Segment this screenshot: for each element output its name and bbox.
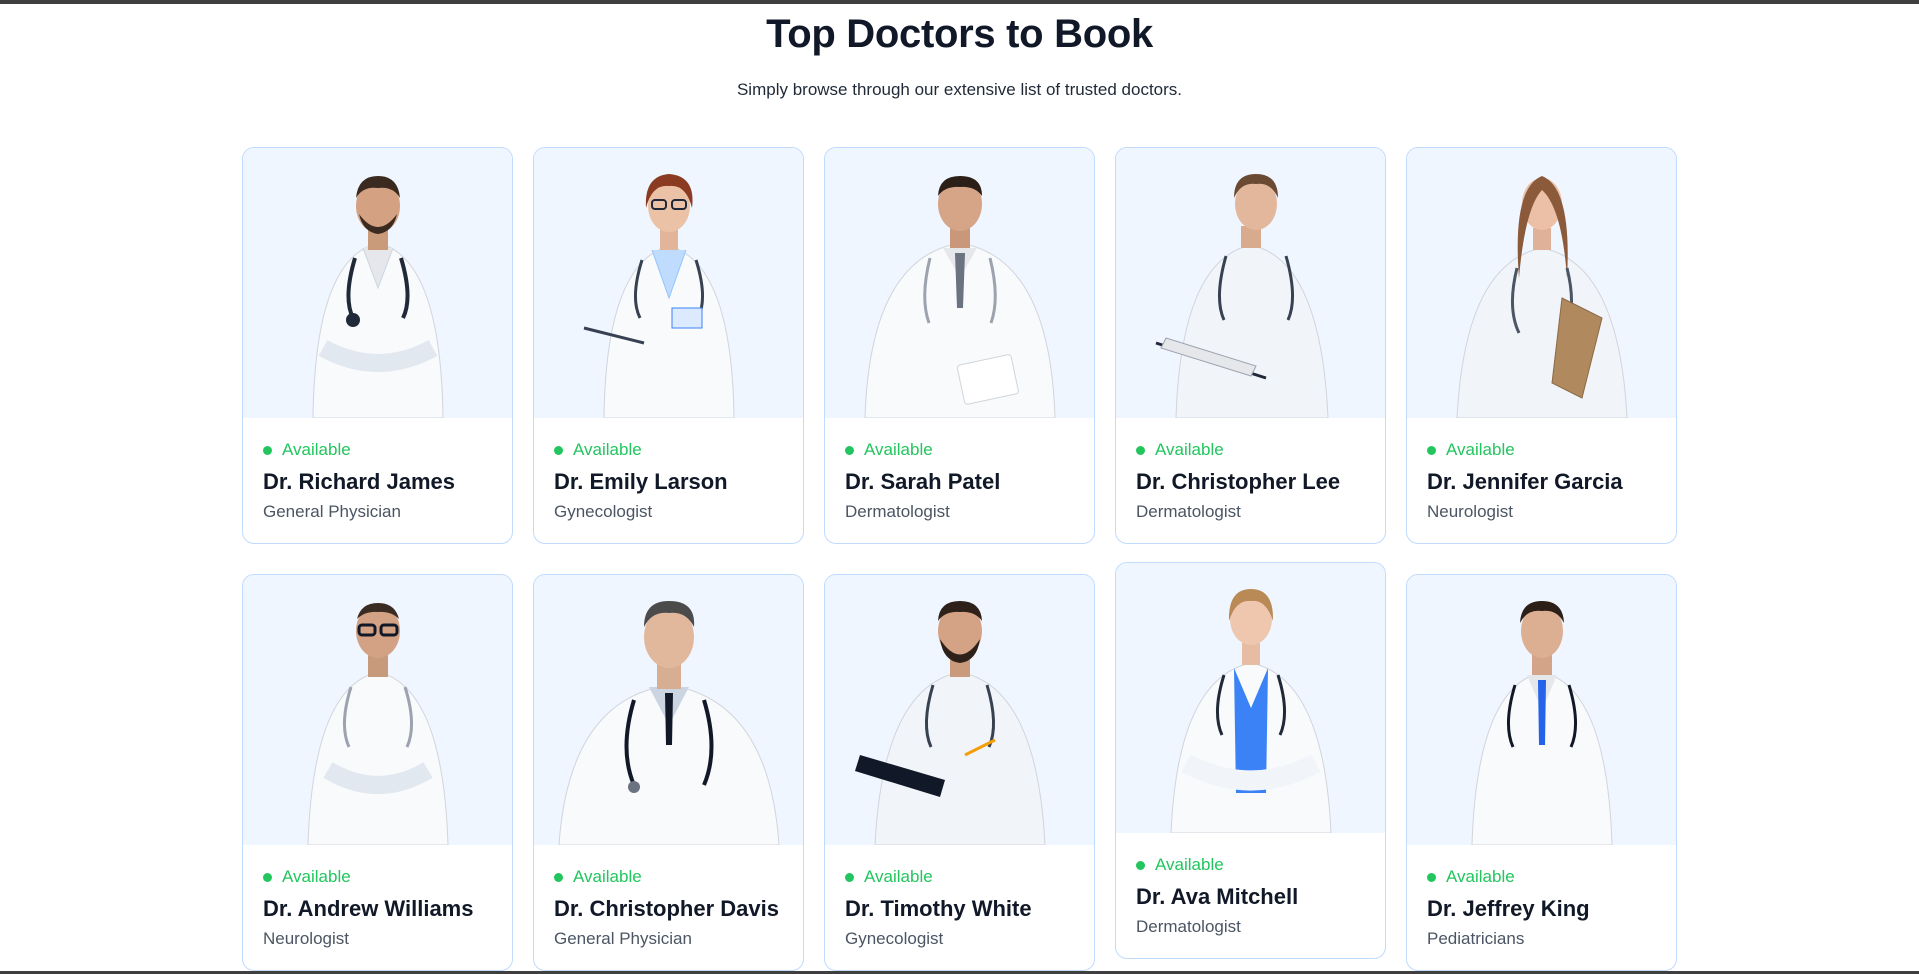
doctor-info: Available Dr. Andrew Williams Neurologis… <box>263 867 500 949</box>
doctor-name: Dr. Christopher Lee <box>1136 469 1341 494</box>
doctor-card[interactable]: Available Dr. Jennifer Garcia Neurologis… <box>1406 147 1677 544</box>
doctor-speciality: Pediatricians <box>1427 929 1525 948</box>
doctor-photo <box>534 148 803 418</box>
doctor-card[interactable]: Available Dr. Christopher Davis General … <box>533 574 804 971</box>
doctor-speciality: General Physician <box>554 929 692 948</box>
status-label: Available <box>282 867 351 886</box>
status-label: Available <box>573 440 642 459</box>
doctor-photo <box>243 575 512 845</box>
doctor-info: Available Dr. Emily Larson Gynecologist <box>554 440 791 522</box>
status-label: Available <box>864 867 933 886</box>
page-subtitle: Simply browse through our extensive list… <box>736 80 1183 99</box>
doctor-speciality: Dermatologist <box>845 502 950 521</box>
availability-status: Available <box>1427 867 1664 887</box>
status-dot-icon <box>1136 860 1145 870</box>
availability-status: Available <box>263 440 500 460</box>
status-label: Available <box>1155 440 1224 459</box>
availability-status: Available <box>845 440 1082 460</box>
doctor-name: Dr. Jennifer Garcia <box>1427 469 1623 494</box>
doctor-name: Dr. Richard James <box>263 469 455 494</box>
status-dot-icon <box>845 872 854 882</box>
doctor-info: Available Dr. Timothy White Gynecologist <box>845 867 1082 949</box>
status-label: Available <box>864 440 933 459</box>
doctor-speciality: Dermatologist <box>1136 502 1241 521</box>
doctor-info: Available Dr. Ava Mitchell Dermatologist <box>1136 855 1373 937</box>
doctor-photo <box>1407 148 1676 418</box>
doctor-speciality: Gynecologist <box>554 502 653 521</box>
doctor-name: Dr. Andrew Williams <box>263 896 474 921</box>
doctor-name: Dr. Sarah Patel <box>845 469 1001 494</box>
status-dot-icon <box>1427 445 1436 455</box>
status-label: Available <box>282 440 351 459</box>
doctor-speciality: General Physician <box>263 502 401 521</box>
doctor-card[interactable]: Available Dr. Emily Larson Gynecologist <box>533 147 804 544</box>
status-dot-icon <box>263 872 272 882</box>
doctor-speciality: Neurologist <box>1427 502 1513 521</box>
doctor-card[interactable]: Available Dr. Andrew Williams Neurologis… <box>242 574 513 971</box>
status-dot-icon <box>845 445 854 455</box>
doctor-card[interactable]: Available Dr. Ava Mitchell Dermatologist <box>1115 562 1386 959</box>
availability-status: Available <box>1136 855 1373 875</box>
doctor-info: Available Dr. Sarah Patel Dermatologist <box>845 440 1082 522</box>
doctor-info: Available Dr. Christopher Lee Dermatolog… <box>1136 440 1373 522</box>
doctor-card[interactable]: Available Dr. Jeffrey King Pediatricians <box>1406 574 1677 971</box>
doctor-speciality: Dermatologist <box>1136 917 1241 936</box>
doctor-info: Available Dr. Christopher Davis General … <box>554 867 791 949</box>
status-label: Available <box>1155 855 1224 874</box>
doctor-card[interactable]: Available Dr. Timothy White Gynecologist <box>824 574 1095 971</box>
availability-status: Available <box>1136 440 1373 460</box>
doctor-photo <box>534 575 803 845</box>
doctor-speciality: Gynecologist <box>845 929 944 948</box>
doctor-info: Available Dr. Jennifer Garcia Neurologis… <box>1427 440 1664 522</box>
status-label: Available <box>1446 440 1515 459</box>
doctor-name: Dr. Timothy White <box>845 896 1032 921</box>
status-dot-icon <box>554 872 563 882</box>
doctor-card[interactable]: Available Dr. Sarah Patel Dermatologist <box>824 147 1095 544</box>
status-label: Available <box>573 867 642 886</box>
availability-status: Available <box>554 440 791 460</box>
availability-status: Available <box>554 867 791 887</box>
doctor-photo <box>1407 575 1676 845</box>
availability-status: Available <box>1427 440 1664 460</box>
availability-status: Available <box>263 867 500 887</box>
doctor-name: Dr. Ava Mitchell <box>1136 884 1299 909</box>
doctor-photo <box>243 148 512 418</box>
doctor-card[interactable]: Available Dr. Christopher Lee Dermatolog… <box>1115 147 1386 544</box>
status-dot-icon <box>1136 445 1145 455</box>
status-dot-icon <box>554 445 563 455</box>
doctor-photo <box>825 148 1094 418</box>
availability-status: Available <box>845 867 1082 887</box>
doctor-photo <box>1116 563 1385 833</box>
doctor-info: Available Dr. Richard James General Phys… <box>263 440 500 522</box>
doctor-name: Dr. Emily Larson <box>554 469 728 494</box>
doctor-photo <box>825 575 1094 845</box>
status-dot-icon <box>263 445 272 455</box>
page-title: Top Doctors to Book <box>766 12 1153 56</box>
doctor-speciality: Neurologist <box>263 929 349 948</box>
doctor-card[interactable]: Available Dr. Richard James General Phys… <box>242 147 513 544</box>
top-border <box>0 0 1919 4</box>
doctor-name: Dr. Jeffrey King <box>1427 896 1590 921</box>
status-dot-icon <box>1427 872 1436 882</box>
doctor-photo <box>1116 148 1385 418</box>
doctor-info: Available Dr. Jeffrey King Pediatricians <box>1427 867 1664 949</box>
doctor-name: Dr. Christopher Davis <box>554 896 779 921</box>
status-label: Available <box>1446 867 1515 886</box>
